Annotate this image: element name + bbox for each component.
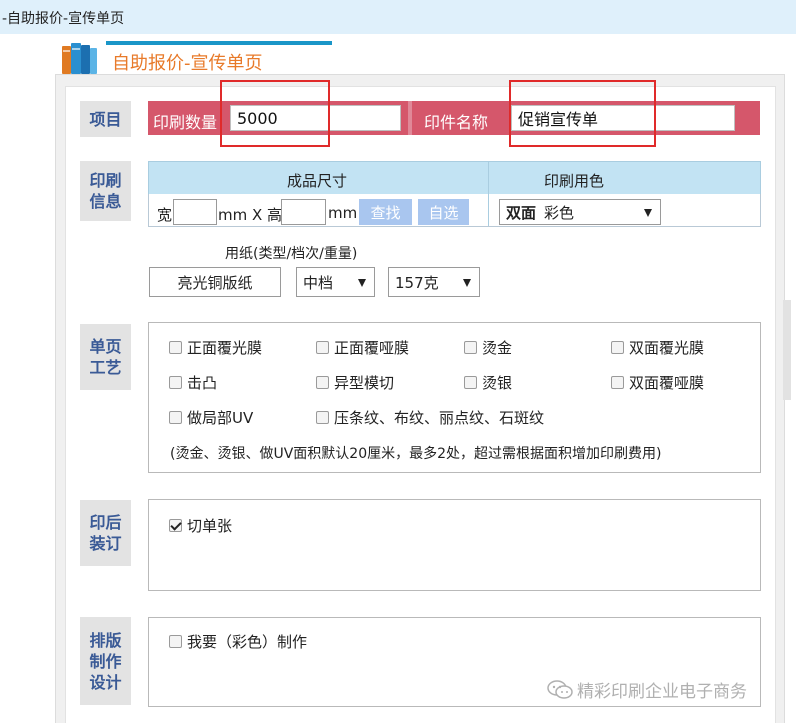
craft-option-label: 双面覆哑膜 (629, 374, 705, 392)
print-info-divider (488, 161, 489, 226)
checkbox[interactable] (169, 341, 182, 354)
section-label-text: 制作 (89, 651, 122, 671)
color-header: 印刷用色 (544, 172, 605, 190)
design-option-label: 我要（彩色）制作 (187, 633, 308, 651)
height-unit-label: mm (328, 204, 358, 222)
header-accent-bar (106, 41, 332, 45)
width-input[interactable] (173, 199, 217, 225)
color-select-value: 彩色 (544, 203, 575, 222)
width-unit-label: mm X 高 (218, 206, 283, 224)
craft-option[interactable]: 正面覆光膜 (169, 337, 262, 358)
section-label-text: 装订 (89, 534, 122, 553)
checkbox[interactable] (611, 341, 624, 354)
craft-option[interactable]: 压条纹、布纹、丽点纹、石斑纹 (316, 407, 544, 428)
chevron-down-icon (358, 279, 366, 287)
craft-option[interactable]: 击凸 (169, 372, 217, 393)
craft-option-label: 异型模切 (334, 374, 395, 392)
print-info-header (148, 161, 761, 195)
craft-option-label: 做局部UV (187, 409, 254, 427)
section-label-binding: 印后 装订 (80, 500, 131, 566)
find-size-button[interactable]: 查找 (359, 199, 412, 225)
craft-option[interactable]: 双面覆光膜 (611, 337, 704, 358)
paper-weight-select[interactable]: 157克 (388, 267, 480, 297)
section-label-craft: 单页 工艺 (80, 324, 131, 390)
craft-option[interactable]: 异型模切 (316, 372, 394, 393)
section-label-text: 排版 (89, 630, 122, 650)
section-label-print-info: 印刷 信息 (80, 161, 131, 221)
checkbox[interactable] (169, 411, 182, 424)
books-icon (62, 43, 97, 74)
checkbox-checked[interactable] (169, 519, 182, 532)
checkbox[interactable] (611, 376, 624, 389)
craft-note: (烫金、烫银、做UV面积默认20厘米，最多2处，超过需根据面积增加印刷费用) (170, 446, 662, 462)
craft-option[interactable]: 烫金 (464, 337, 512, 358)
checkbox[interactable] (464, 341, 477, 354)
craft-option-label: 压条纹、布纹、丽点纹、石斑纹 (334, 409, 545, 427)
section-label-item: 项目 (80, 101, 131, 137)
scroll-edge (783, 300, 791, 400)
width-label: 宽 (157, 206, 173, 224)
height-input[interactable] (281, 199, 326, 225)
checkbox[interactable] (169, 635, 182, 648)
craft-option[interactable]: 做局部UV (169, 407, 253, 428)
window-title: -自助报价-宣传单页 (2, 11, 125, 27)
print-color-select[interactable]: 双面 彩色 (499, 199, 661, 225)
paper-label: 用纸(类型/档次/重量) (225, 246, 358, 262)
section-label-text: 印刷 (89, 171, 122, 190)
highlight-box-quantity (220, 80, 330, 147)
highlight-box-name (509, 80, 656, 147)
color-select-sides: 双面 (506, 203, 537, 222)
craft-option-label: 烫金 (482, 339, 513, 357)
chevron-down-icon (463, 279, 471, 287)
craft-option[interactable]: 烫银 (464, 372, 512, 393)
paper-grade-value: 中档 (303, 273, 334, 292)
section-label-text: 单页 (89, 337, 122, 356)
craft-option[interactable]: 双面覆哑膜 (611, 372, 704, 393)
binding-option[interactable]: 切单张 (169, 515, 232, 536)
craft-option[interactable]: 正面覆哑膜 (316, 337, 409, 358)
paper-grade-select[interactable]: 中档 (296, 267, 375, 297)
chevron-down-icon (644, 209, 652, 217)
size-header: 成品尺寸 (287, 172, 348, 190)
custom-size-button[interactable]: 自选 (418, 199, 469, 225)
section-label-text: 工艺 (89, 358, 122, 377)
checkbox[interactable] (316, 341, 329, 354)
paper-weight-value: 157克 (395, 273, 439, 292)
band-separator (408, 101, 412, 135)
craft-option-label: 击凸 (187, 374, 218, 392)
craft-option-label: 双面覆光膜 (629, 339, 705, 357)
paper-type-field[interactable]: 亮光铜版纸 (149, 267, 281, 297)
quantity-label: 印刷数量 (153, 113, 218, 132)
section-label-text: 信息 (89, 192, 122, 211)
craft-option-label: 正面覆哑膜 (334, 339, 410, 357)
binding-options-box (148, 499, 761, 591)
craft-option-label: 正面覆光膜 (187, 339, 263, 357)
print-name-label: 印件名称 (424, 113, 489, 132)
watermark-text: 精彩印刷企业电子商务 (577, 682, 747, 702)
page-title: 自助报价-宣传单页 (112, 53, 263, 74)
binding-option-label: 切单张 (187, 517, 233, 535)
checkbox[interactable] (169, 376, 182, 389)
paper-type-value: 亮光铜版纸 (177, 273, 253, 292)
section-label-text: 设计 (89, 672, 122, 692)
checkbox[interactable] (316, 376, 329, 389)
checkbox[interactable] (464, 376, 477, 389)
section-label-text: 项目 (89, 109, 122, 129)
checkbox[interactable] (316, 411, 329, 424)
wechat-icon (547, 680, 573, 699)
design-option[interactable]: 我要（彩色）制作 (169, 631, 307, 652)
section-label-text: 印后 (89, 513, 122, 532)
section-label-design: 排版 制作 设计 (80, 617, 131, 705)
craft-option-label: 烫银 (482, 374, 513, 392)
